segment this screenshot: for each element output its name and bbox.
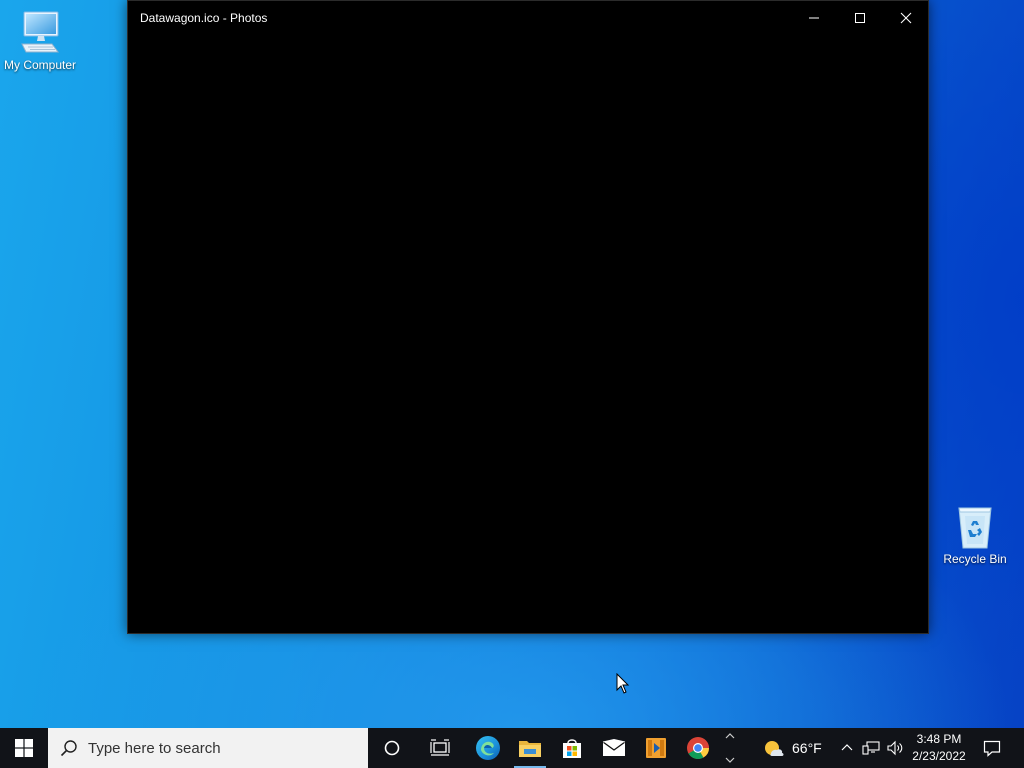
- start-button[interactable]: [0, 728, 48, 768]
- minimize-button[interactable]: [791, 1, 837, 34]
- chevron-up-icon[interactable]: [725, 732, 735, 740]
- action-center-button[interactable]: [974, 728, 1010, 768]
- search-box[interactable]: Type here to search: [48, 728, 368, 768]
- folder-icon: [519, 741, 541, 757]
- task-view-button[interactable]: [418, 728, 462, 768]
- windows-logo-icon: [15, 739, 33, 757]
- taskbar-file-explorer[interactable]: [508, 728, 552, 768]
- mouse-cursor-icon: [616, 673, 630, 694]
- mail-icon: [602, 739, 626, 756]
- close-icon: [900, 12, 912, 23]
- volume-button[interactable]: [883, 728, 907, 768]
- photos-window[interactable]: Datawagon.ico - Photos: [127, 0, 929, 634]
- desktop-icon-label: Recycle Bin: [943, 552, 1007, 566]
- desktop-icon-label: My Computer: [3, 58, 77, 72]
- media-player-icon: [646, 738, 666, 758]
- taskbar-media-player[interactable]: [634, 728, 678, 768]
- chrome-icon: [687, 737, 709, 759]
- clock-date: 2/23/2022: [912, 749, 966, 763]
- maximize-button[interactable]: [837, 1, 883, 34]
- maximize-icon: [855, 12, 865, 23]
- window-title: Datawagon.ico - Photos: [140, 11, 268, 25]
- image-viewer-area[interactable]: [128, 34, 928, 633]
- close-button[interactable]: [883, 1, 929, 34]
- weather-widget[interactable]: 66°F: [762, 728, 822, 768]
- taskbar-scroll[interactable]: [722, 728, 738, 768]
- desktop-icon-my-computer[interactable]: My Computer: [0, 10, 80, 72]
- window-titlebar[interactable]: Datawagon.ico - Photos: [128, 1, 928, 34]
- search-placeholder: Type here to search: [88, 739, 221, 757]
- taskbar-mail[interactable]: [592, 728, 636, 768]
- taskbar-chrome[interactable]: [676, 728, 720, 768]
- cortana-icon: [384, 740, 400, 756]
- taskbar-edge[interactable]: [466, 728, 510, 768]
- network-button[interactable]: [859, 728, 883, 768]
- taskbar-microsoft-store[interactable]: [550, 728, 594, 768]
- chevron-up-icon: [841, 744, 853, 751]
- desktop-icon-recycle-bin[interactable]: Recycle Bin: [935, 504, 1015, 566]
- weather-partly-sunny-icon: [765, 741, 784, 756]
- edge-icon: [476, 736, 500, 760]
- task-view-icon: [430, 739, 450, 756]
- network-icon: [862, 741, 880, 755]
- show-hidden-icons-button[interactable]: [835, 728, 859, 768]
- clock-time: 3:48 PM: [916, 732, 962, 746]
- desktop: My Computer Recycle Bin Datawagon.ico - …: [0, 0, 1024, 728]
- weather-temperature: 66°F: [792, 740, 822, 756]
- cortana-button[interactable]: [370, 728, 414, 768]
- volume-icon: [887, 740, 903, 756]
- recycle-bin-icon: [958, 507, 992, 549]
- minimize-icon: [809, 17, 819, 18]
- chevron-down-icon[interactable]: [725, 756, 735, 764]
- search-icon: [60, 740, 77, 757]
- computer-icon: [21, 11, 59, 53]
- store-bag-icon: [563, 739, 581, 758]
- system-clock[interactable]: 3:48 PM 2/23/2022: [905, 731, 973, 765]
- taskbar: Type here to search 66°F 3:48 PM 2/23/20…: [0, 728, 1024, 768]
- notification-icon: [983, 740, 1001, 757]
